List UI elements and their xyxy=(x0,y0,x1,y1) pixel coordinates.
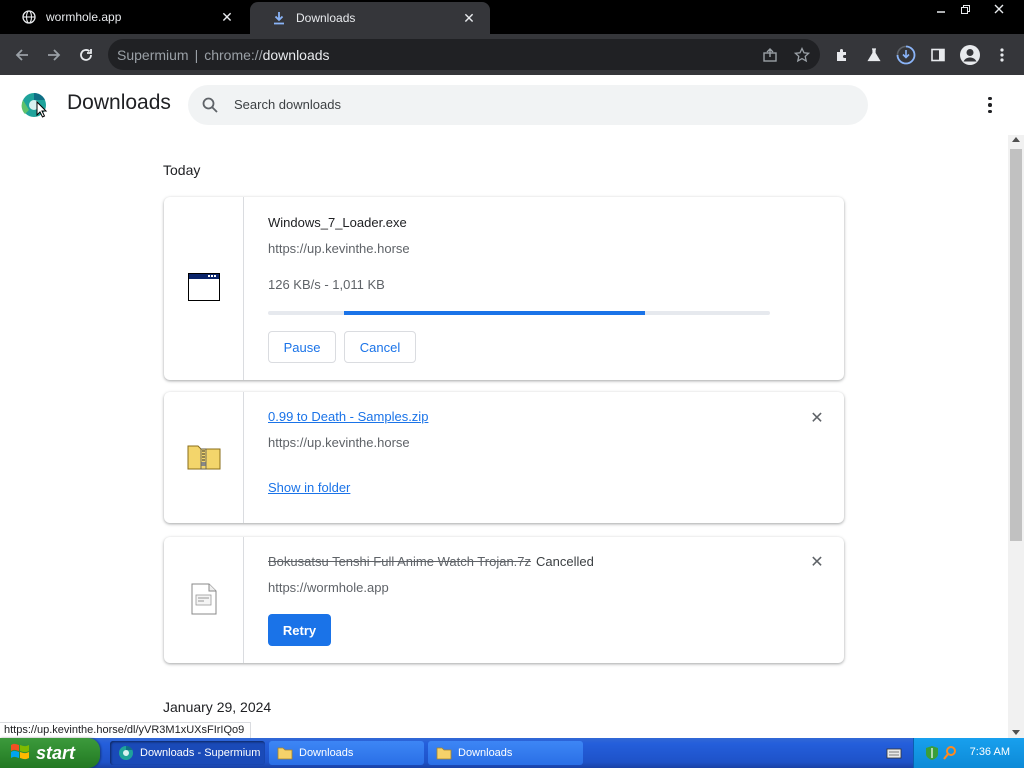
side-panel-icon[interactable] xyxy=(924,41,952,69)
keyboard-language-icon[interactable] xyxy=(886,746,902,760)
date-header: Today xyxy=(163,162,201,178)
page-scrollbar[interactable] xyxy=(1008,135,1024,738)
site-chip: Supermium xyxy=(117,47,189,63)
scroll-down-arrow-icon[interactable] xyxy=(1012,730,1020,735)
download-status: Cancelled xyxy=(536,554,594,569)
tray-search-icon[interactable] xyxy=(942,745,958,761)
system-tray: 7:36 AM xyxy=(913,738,1024,768)
download-source-url[interactable]: https://wormhole.app xyxy=(268,580,389,595)
forward-icon[interactable] xyxy=(40,41,68,69)
taskbar-item-downloads-folder[interactable]: Downloads xyxy=(428,741,583,765)
download-item: Bokusatsu Tenshi Full Anime Watch Trojan… xyxy=(164,537,844,663)
search-downloads-field[interactable]: Search downloads xyxy=(188,85,868,125)
url-path: downloads xyxy=(262,47,330,63)
download-filename-link[interactable]: 0.99 to Death - Samples.zip xyxy=(268,409,428,424)
downloads-logo-icon xyxy=(21,92,48,118)
download-progress-icon[interactable] xyxy=(892,41,920,69)
search-icon xyxy=(201,96,219,117)
download-filename[interactable]: Windows_7_Loader.exe xyxy=(268,215,407,230)
browser-icon xyxy=(118,745,134,761)
zip-folder-icon xyxy=(187,442,221,473)
page-title: Downloads xyxy=(67,91,171,114)
date-header: January 29, 2024 xyxy=(163,699,272,715)
downloads-header: Downloads Search downloads xyxy=(0,75,1024,133)
download-source-url[interactable]: https://up.kevinthe.horse xyxy=(268,435,410,450)
bookmark-star-icon[interactable] xyxy=(788,41,816,69)
labs-flask-icon[interactable] xyxy=(860,41,888,69)
cancel-button[interactable]: Cancel xyxy=(344,331,416,363)
retry-button[interactable]: Retry xyxy=(268,614,331,646)
task-label: Downloads xyxy=(458,747,513,759)
url-scheme: chrome:// xyxy=(204,47,263,63)
remove-from-list-icon[interactable]: ✕ xyxy=(808,409,826,427)
extensions-puzzle-icon[interactable] xyxy=(828,41,856,69)
reload-icon[interactable] xyxy=(72,41,100,69)
download-icon xyxy=(272,11,286,25)
start-button[interactable]: start xyxy=(0,738,100,768)
download-progress-bar xyxy=(268,311,770,315)
download-status: 126 KB/s - 1,011 KB xyxy=(268,277,385,292)
scroll-up-arrow-icon[interactable] xyxy=(1012,137,1020,142)
profile-avatar-icon[interactable] xyxy=(956,41,984,69)
windows-flag-icon xyxy=(10,742,30,765)
more-actions-icon[interactable] xyxy=(980,95,1000,115)
address-bar[interactable]: Supermium | chrome://downloads xyxy=(108,39,820,70)
download-item: Windows_7_Loader.exe https://up.kevinthe… xyxy=(164,197,844,380)
tab-title: wormhole.app xyxy=(46,10,122,24)
restore-icon[interactable] xyxy=(950,0,980,18)
windows-taskbar: start Downloads - Supermium Downloads Do… xyxy=(0,738,1024,768)
task-label: Downloads xyxy=(299,747,354,759)
download-progress-fill xyxy=(344,311,645,315)
download-item: 0.99 to Death - Samples.zip https://up.k… xyxy=(164,392,844,523)
tray-app-icon[interactable] xyxy=(924,745,940,761)
taskbar-item-downloads-folder[interactable]: Downloads xyxy=(269,741,424,765)
tab-wormhole[interactable]: wormhole.app ✕ xyxy=(0,0,248,34)
scroll-thumb[interactable] xyxy=(1010,149,1022,541)
close-tab-icon[interactable]: ✕ xyxy=(218,8,236,26)
download-source-url[interactable]: https://up.kevinthe.horse xyxy=(268,241,410,256)
download-filename[interactable]: Bokusatsu Tenshi Full Anime Watch Trojan… xyxy=(268,554,531,569)
close-tab-icon[interactable]: ✕ xyxy=(460,9,478,27)
share-icon[interactable] xyxy=(756,41,784,69)
tab-downloads[interactable]: Downloads ✕ xyxy=(250,2,490,34)
remove-from-list-icon[interactable]: ✕ xyxy=(808,553,826,571)
browser-menu-icon[interactable] xyxy=(988,41,1016,69)
folder-icon xyxy=(277,745,293,761)
tab-title: Downloads xyxy=(296,11,356,25)
window-app-icon xyxy=(187,273,220,304)
task-label: Downloads - Supermium xyxy=(140,747,261,759)
separator: | xyxy=(194,47,199,63)
close-icon[interactable] xyxy=(984,0,1014,18)
back-icon[interactable] xyxy=(8,41,36,69)
taskbar-item-supermium[interactable]: Downloads - Supermium xyxy=(110,741,265,765)
show-in-folder-link[interactable]: Show in folder xyxy=(268,480,350,495)
link-status-bubble: https://up.kevinthe.horse/dl/yVR3M1xUXsF… xyxy=(0,722,252,738)
start-label: start xyxy=(36,742,76,763)
globe-icon xyxy=(22,10,36,24)
pause-button[interactable]: Pause xyxy=(268,331,336,363)
archive-file-icon xyxy=(191,583,217,618)
folder-icon xyxy=(436,745,452,761)
search-placeholder: Search downloads xyxy=(234,97,341,112)
browser-toolbar: Supermium | chrome://downloads xyxy=(0,34,1024,75)
tab-strip: wormhole.app ✕ Downloads ✕ xyxy=(0,0,1024,34)
taskbar-clock: 7:36 AM xyxy=(969,746,1010,758)
